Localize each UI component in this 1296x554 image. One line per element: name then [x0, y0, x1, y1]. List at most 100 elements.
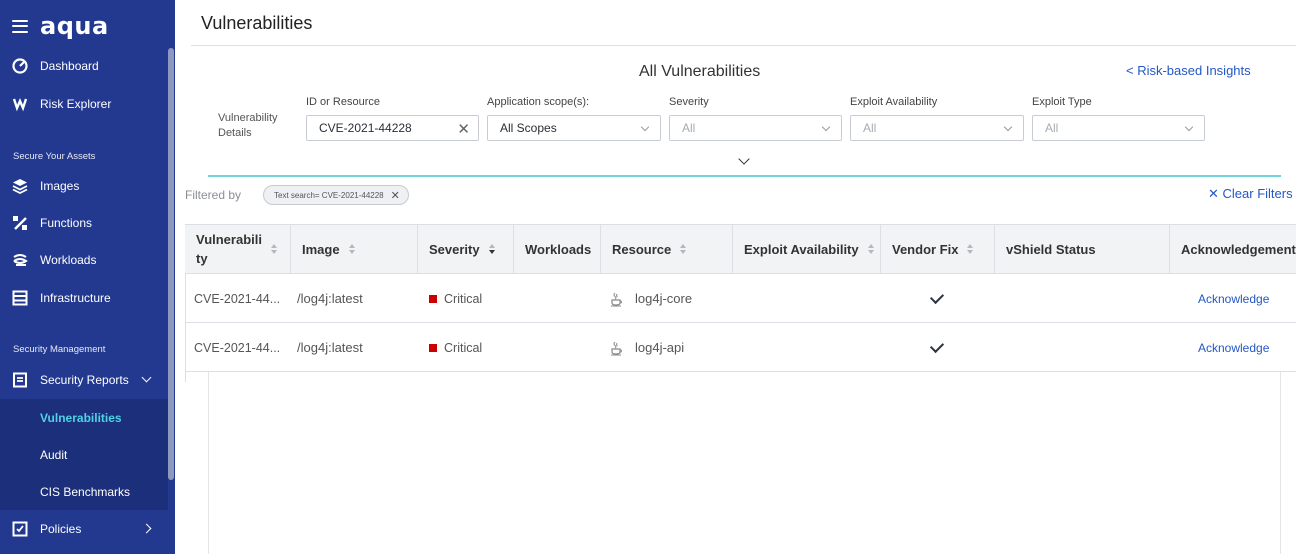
sidebar-item-functions[interactable]: Functions: [0, 205, 168, 241]
critical-severity-icon: [429, 343, 437, 352]
sidebar-item-label: Infrastructure: [40, 291, 111, 305]
id-resource-value: CVE-2021-44228: [319, 121, 412, 135]
cell-acknowledge: Acknowledge: [1198, 274, 1269, 323]
sidebar-subitem-cis-benchmarks[interactable]: CIS Benchmarks: [0, 473, 168, 510]
sidebar-item-security-reports[interactable]: Security Reports: [0, 362, 168, 398]
sort-icon[interactable]: [967, 244, 974, 254]
sidebar-scrollbar[interactable]: [168, 48, 174, 480]
java-package-icon: [611, 292, 623, 306]
column-header-vendor-fix[interactable]: Vendor Fix: [881, 225, 995, 273]
section-title-assets: Secure Your Assets: [13, 151, 96, 162]
severity-select[interactable]: All: [669, 115, 842, 141]
clear-filters-label: Clear Filters: [1222, 186, 1293, 201]
app-scope-select[interactable]: All Scopes: [487, 115, 661, 141]
chevron-down-icon[interactable]: [141, 372, 152, 383]
sidebar-item-dashboard[interactable]: Dashboard: [0, 48, 168, 84]
cell-severity: Critical: [429, 323, 482, 372]
sidebar-subitem-audit[interactable]: Audit: [0, 436, 168, 473]
accent-divider: [208, 175, 1281, 177]
sort-icon[interactable]: [270, 244, 278, 254]
chevron-down-icon: [640, 122, 650, 132]
table-row[interactable]: CVE-2021-44... /log4j:latest Critical lo…: [185, 323, 1296, 372]
security-reports-icon: [12, 372, 28, 388]
sidebar-item-infrastructure[interactable]: Infrastructure: [0, 280, 168, 316]
table-left-border: [185, 274, 186, 382]
java-package-icon: [611, 341, 623, 355]
cell-vendor-fix: [929, 323, 945, 372]
critical-severity-icon: [429, 294, 437, 303]
sidebar-item-label: Dashboard: [40, 59, 99, 73]
risk-explorer-icon: [12, 96, 28, 112]
clear-input-icon[interactable]: ✕: [457, 120, 470, 138]
main-content: Vulnerabilities All Vulnerabilities < Ri…: [175, 0, 1296, 554]
column-header-acknowledgement[interactable]: Acknowledgement: [1170, 225, 1296, 273]
checkmark-icon: [929, 338, 945, 353]
column-header-exploit-availability[interactable]: Exploit Availability: [733, 225, 881, 273]
column-header-image[interactable]: Image: [291, 225, 418, 273]
sidebar-item-policies[interactable]: Policies: [0, 511, 168, 547]
sort-icon[interactable]: [348, 244, 356, 254]
exploit-type-placeholder: All: [1045, 121, 1059, 135]
expand-filters-chevron-icon[interactable]: [738, 153, 750, 165]
brand-logo: aqua: [40, 12, 109, 40]
sort-icon[interactable]: [680, 244, 687, 254]
acknowledge-link[interactable]: Acknowledge: [1198, 341, 1269, 355]
policies-icon: [12, 521, 28, 537]
filtered-by-label: Filtered by: [185, 188, 242, 202]
column-header-label: vShield Status: [1006, 241, 1096, 257]
remove-filter-icon[interactable]: ✕: [391, 189, 400, 202]
sidebar-item-risk-explorer[interactable]: Risk Explorer: [0, 86, 168, 122]
column-header-vshield-status[interactable]: vShield Status: [995, 225, 1170, 273]
column-header-resource[interactable]: Resource: [601, 225, 733, 273]
section-heading: All Vulnerabilities: [639, 63, 761, 80]
chevron-right-icon[interactable]: [141, 523, 152, 534]
sidebar-subitem-vulnerabilities[interactable]: Vulnerabilities: [0, 399, 168, 436]
severity-text: Critical: [444, 291, 483, 306]
sidebar-item-workloads[interactable]: Workloads: [0, 242, 168, 278]
id-resource-input[interactable]: CVE-2021-44228 ✕: [306, 115, 479, 141]
sort-icon[interactable]: [867, 244, 875, 254]
acknowledge-link[interactable]: Acknowledge: [1198, 292, 1269, 306]
cell-resource[interactable]: log4j-api: [609, 323, 684, 372]
sidebar-item-label: Workloads: [40, 253, 97, 267]
resource-text: log4j-api: [635, 340, 685, 355]
column-header-vulnerability[interactable]: Vulnerabili ty: [185, 225, 291, 273]
sort-desc-icon[interactable]: [488, 244, 496, 254]
exploit-type-select[interactable]: All: [1032, 115, 1205, 141]
column-header-workloads[interactable]: Workloads: [514, 225, 601, 273]
cell-image[interactable]: /log4j:latest: [297, 323, 363, 372]
severity-placeholder: All: [682, 121, 696, 135]
table-empty-area: [208, 372, 1281, 554]
cell-severity: Critical: [429, 274, 482, 323]
severity-text: Critical: [444, 340, 483, 355]
exploit-availability-select[interactable]: All: [850, 115, 1024, 141]
cell-vulnerability[interactable]: CVE-2021-44...: [194, 274, 280, 323]
chevron-down-icon: [821, 122, 831, 132]
filter-chip-text: Text search= CVE-2021-44228: [274, 190, 384, 200]
column-header-label: Image: [302, 241, 340, 257]
clear-filters-button[interactable]: ✕ Clear Filters: [1208, 186, 1293, 202]
cell-image[interactable]: /log4j:latest: [297, 274, 363, 323]
column-header-label: Resource: [612, 241, 672, 257]
cell-resource[interactable]: log4j-core: [609, 274, 692, 323]
table-row[interactable]: CVE-2021-44... /log4j:latest Critical lo…: [185, 274, 1296, 323]
cell-vendor-fix: [929, 274, 945, 323]
column-header-label: Vendor Fix: [892, 241, 959, 257]
risk-based-insights-link[interactable]: < Risk-based Insights: [1126, 63, 1251, 78]
sidebar-item-label: Policies: [40, 522, 82, 536]
chevron-down-icon: [1184, 122, 1194, 132]
sidebar-item-label: Images: [40, 179, 80, 193]
page-title: Vulnerabilities: [201, 13, 313, 33]
workloads-icon: [12, 252, 28, 268]
column-header-severity[interactable]: Severity: [418, 225, 514, 273]
sidebar-item-images[interactable]: Images: [0, 168, 168, 204]
divider: [191, 45, 1296, 46]
sidebar-item-label: Security Reports: [40, 373, 129, 387]
hamburger-menu-icon[interactable]: [12, 19, 28, 33]
close-icon: ✕: [1208, 186, 1219, 201]
logo-row: aqua: [12, 12, 109, 40]
section-title-management: Security Management: [13, 344, 106, 355]
column-header-label: Vulnerabili ty: [196, 230, 262, 268]
vulnerability-details-label: Vulnerability Details: [218, 111, 288, 141]
cell-vulnerability[interactable]: CVE-2021-44...: [194, 323, 280, 372]
